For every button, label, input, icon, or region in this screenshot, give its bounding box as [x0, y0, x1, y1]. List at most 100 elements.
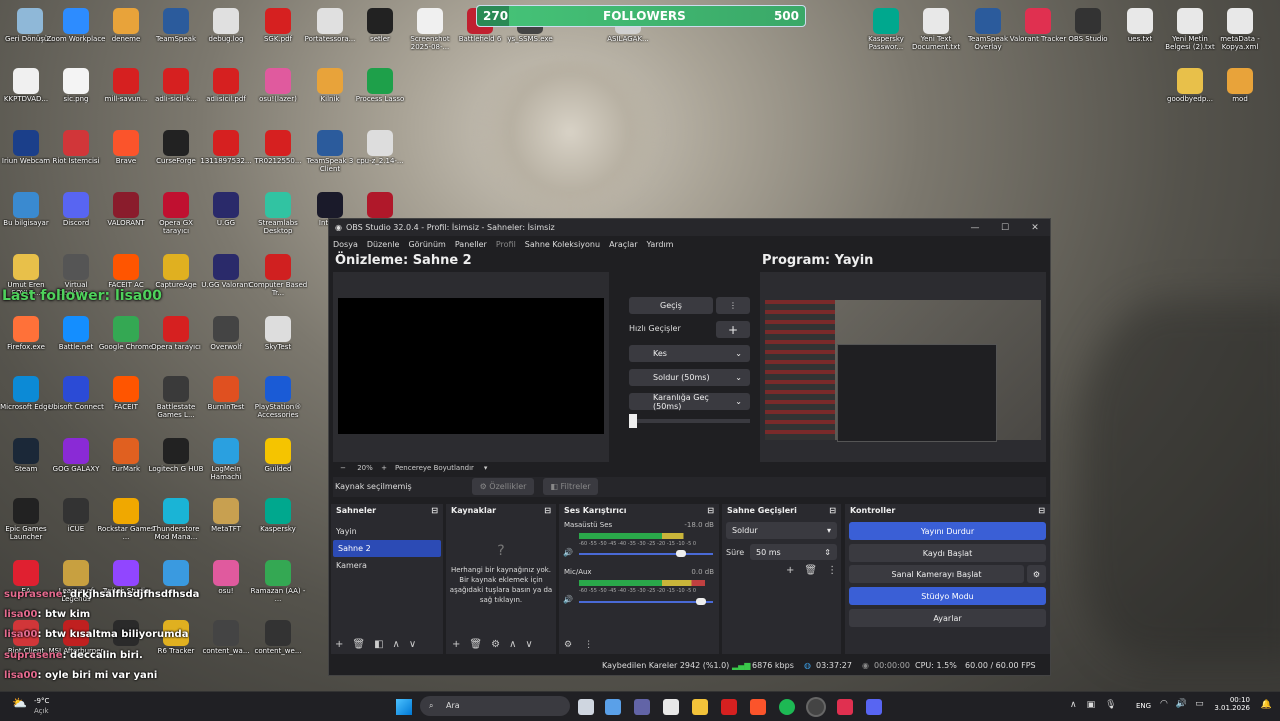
valorant-tracker-icon[interactable] — [837, 699, 853, 715]
start-virtual-camera-button[interactable]: Sanal Kamerayı Başlat — [849, 565, 1024, 583]
close-icon[interactable]: ✕ — [1020, 223, 1050, 233]
copilot-icon[interactable] — [605, 699, 621, 715]
desktop-icon[interactable]: osu!(lazer) — [248, 64, 308, 124]
transition-select[interactable]: Soldur ▾ — [726, 522, 837, 539]
start-recording-button[interactable]: Kaydı Başlat — [849, 544, 1046, 562]
trash-icon[interactable]: 🗑 — [469, 639, 482, 650]
trash-icon[interactable]: 🗑 — [352, 639, 365, 650]
windows-start-icon[interactable] — [396, 699, 412, 715]
add-quick-transition-icon[interactable]: + — [716, 321, 750, 338]
clock[interactable]: 00:10 3.01.2026 — [1214, 696, 1250, 712]
down-icon[interactable]: ∨ — [409, 639, 416, 650]
task-view-icon[interactable] — [578, 699, 594, 715]
quick-transition-karanlik[interactable]: Karanlığa Geç (50ms) ⌄ — [629, 393, 750, 411]
desktop-icon[interactable]: PlayStation® Accessories — [248, 372, 308, 432]
desktop-icon[interactable]: MetaTFT — [196, 494, 256, 554]
gear-icon[interactable]: ⚙ — [491, 639, 500, 650]
filter-icon[interactable]: ◧ — [374, 639, 383, 650]
menu-gorunum[interactable]: Görünüm — [408, 240, 445, 249]
desktop-icon[interactable]: content_we... — [248, 616, 308, 676]
desktop-icon[interactable]: LogMeIn Hamachi — [196, 434, 256, 494]
obs-taskbar-icon[interactable] — [808, 699, 824, 715]
desktop-icon[interactable]: metaData - Kopya.xml — [1210, 4, 1270, 64]
desktop-icon[interactable]: 1311897532... — [196, 126, 256, 186]
stop-stream-button[interactable]: Yayını Durdur — [849, 522, 1046, 540]
transition-button[interactable]: Geçiş — [629, 297, 713, 314]
zoom-in-button[interactable]: + — [377, 464, 391, 472]
filters-button[interactable]: ◧ Filtreler — [543, 478, 598, 495]
desktop-icon[interactable]: Computer Based Tr... — [248, 250, 308, 310]
chevron-down-icon[interactable]: ▾ — [484, 464, 488, 472]
resize-to-window[interactable]: Pencereye Boyutlandır — [395, 464, 474, 472]
desktop-icon[interactable]: SGK.pdf — [248, 4, 308, 64]
desktop-icon[interactable]: SkyTest — [248, 312, 308, 372]
desktop-icon[interactable]: adlisicil.pdf — [196, 64, 256, 124]
tray-app-icon[interactable]: ▣ — [1087, 700, 1096, 710]
properties-button[interactable]: ⚙ Özellikler — [472, 478, 534, 495]
menu-araclar[interactable]: Araçlar — [609, 240, 637, 249]
menu-yardim[interactable]: Yardım — [647, 240, 674, 249]
teams-icon[interactable] — [634, 699, 650, 715]
menu-profil[interactable]: Profil — [496, 240, 516, 249]
scene-item-selected[interactable]: Sahne 2 — [333, 540, 441, 557]
up-icon[interactable]: ∧ — [509, 639, 516, 650]
desktop-icon[interactable]: OBS Studio — [1058, 4, 1118, 64]
desktop-icon[interactable]: osu! — [196, 556, 256, 616]
desktop-icon[interactable]: debug.log — [196, 4, 256, 64]
down-icon[interactable]: ∨ — [525, 639, 532, 650]
add-icon[interactable]: + — [335, 639, 343, 650]
transition-menu-icon[interactable]: ⋮ — [716, 297, 750, 314]
weather-icon[interactable]: ⛅ — [12, 696, 27, 710]
desktop-icon[interactable]: TR0212550... — [248, 126, 308, 186]
notification-bell-icon[interactable]: 🔔 — [1261, 700, 1272, 710]
desktop-icon[interactable]: mod — [1210, 64, 1270, 124]
trash-icon[interactable]: 🗑 — [804, 565, 817, 576]
duration-input[interactable]: 50 ms ⇕ — [750, 544, 837, 560]
language-indicator[interactable]: ENG — [1136, 702, 1151, 710]
preview-area[interactable] — [333, 272, 609, 462]
battery-icon[interactable]: ▭ — [1195, 699, 1204, 709]
desktop-icon[interactable]: Guilded — [248, 434, 308, 494]
maximize-icon[interactable]: ☐ — [990, 223, 1020, 233]
volume-slider[interactable] — [579, 601, 713, 603]
minimize-icon[interactable]: — — [960, 223, 990, 233]
desktop-icon[interactable]: Streamlabs Desktop — [248, 188, 308, 248]
desktop-icon[interactable]: Overwolf — [196, 312, 256, 372]
volume-icon[interactable]: 🔊 — [1176, 699, 1187, 709]
add-icon[interactable]: + — [452, 639, 460, 650]
opera-icon[interactable] — [721, 699, 737, 715]
volume-slider-handle[interactable] — [675, 550, 686, 557]
menu-duzenle[interactable]: Düzenle — [367, 240, 400, 249]
wifi-icon[interactable]: ◠ — [1160, 699, 1168, 709]
dock-menu-icon[interactable]: ⊟ — [707, 506, 714, 519]
speaker-icon[interactable]: 🔊 — [563, 548, 573, 557]
menu-sahne-koleksiyonu[interactable]: Sahne Koleksiyonu — [525, 240, 600, 249]
spotify-icon[interactable] — [779, 699, 795, 715]
search-box[interactable]: ⌕ Ara — [420, 696, 570, 716]
dock-menu-icon[interactable]: ⊟ — [431, 506, 438, 519]
discord-icon[interactable] — [866, 699, 882, 715]
dock-menu-icon[interactable]: ⊟ — [829, 506, 836, 519]
desktop-icon[interactable]: Yeni Text Document.txt — [906, 4, 966, 64]
scene-item[interactable]: Yayin — [331, 523, 443, 540]
scene-item[interactable]: Kamera — [331, 557, 443, 574]
volume-slider-handle[interactable] — [695, 598, 706, 605]
more-icon[interactable]: ⋮ — [827, 565, 837, 576]
desktop-icon[interactable]: Kaspersky — [248, 494, 308, 554]
tbar-track[interactable] — [629, 419, 750, 423]
desktop-icon[interactable]: cpu-z_2.14-... — [350, 126, 410, 186]
quick-transition-soldur[interactable]: Soldur (50ms) ⌄ — [629, 369, 750, 386]
menu-dosya[interactable]: Dosya — [333, 240, 358, 249]
desktop-icon[interactable]: content_wa... — [196, 616, 256, 676]
desktop-icon[interactable]: Ramazan (AA) - ... — [248, 556, 308, 616]
add-icon[interactable]: + — [786, 565, 794, 576]
tbar-handle[interactable] — [629, 414, 637, 428]
store-icon[interactable] — [663, 699, 679, 715]
file-explorer-icon[interactable] — [692, 699, 708, 715]
chevron-up-icon[interactable]: ∧ — [1070, 700, 1077, 710]
studio-mode-button[interactable]: Stüdyo Modu — [849, 587, 1046, 605]
menu-paneller[interactable]: Paneller — [455, 240, 487, 249]
dock-menu-icon[interactable]: ⊟ — [1038, 506, 1045, 519]
desktop-icon[interactable]: BurnInTest — [196, 372, 256, 432]
desktop-icon[interactable]: U.GG Valorant — [196, 250, 256, 310]
